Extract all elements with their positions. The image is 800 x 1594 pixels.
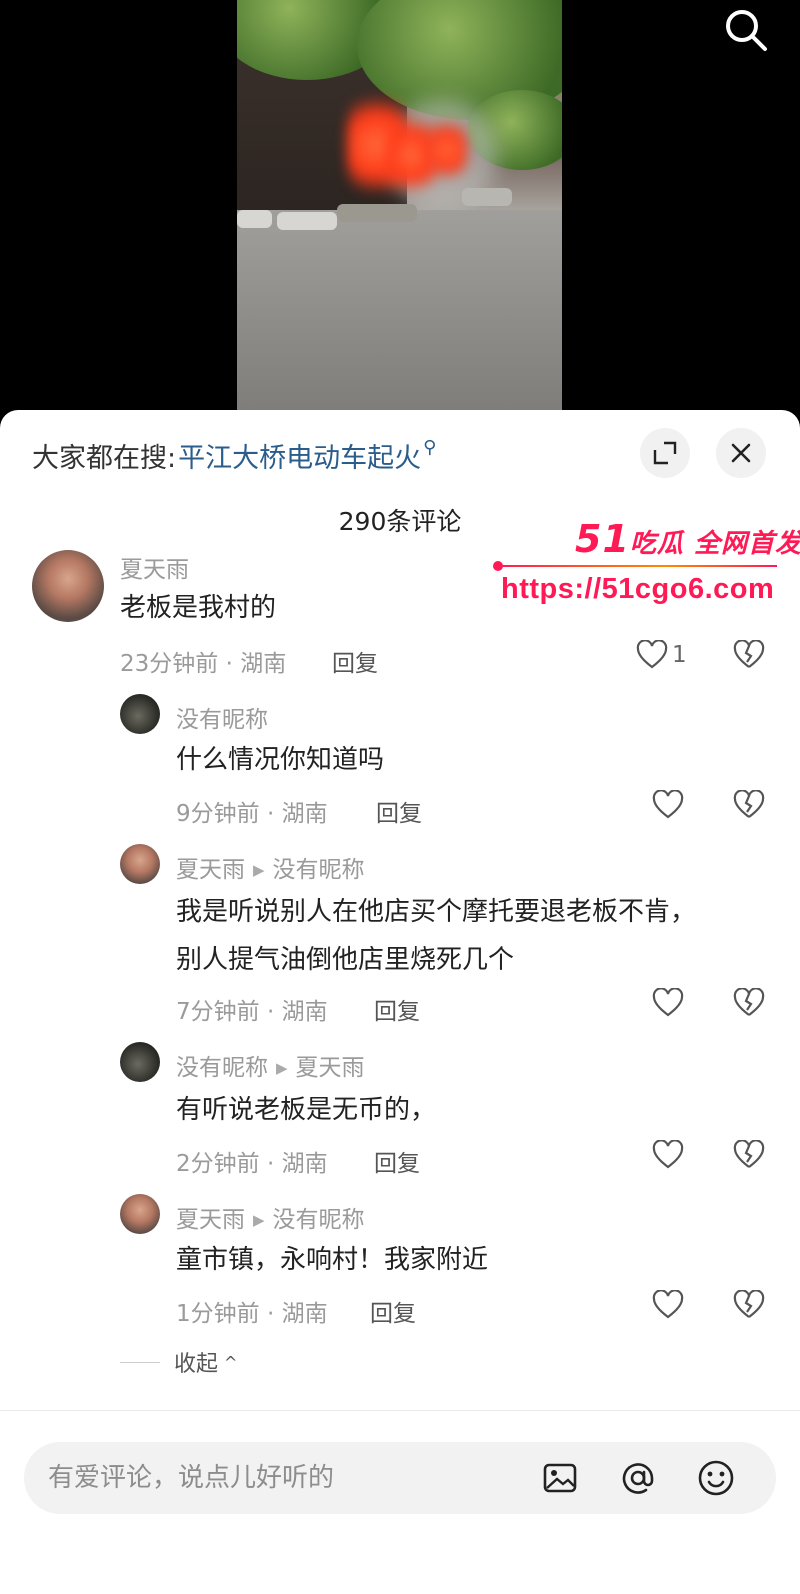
avatar[interactable] (120, 694, 160, 734)
broken-heart-icon (733, 1139, 765, 1168)
collapse-replies-button[interactable]: 收起 ^ (120, 1346, 237, 1378)
reply-to-arrow-icon: ▶ (276, 1059, 288, 1077)
avatar[interactable] (120, 844, 160, 884)
expand-button[interactable] (640, 428, 690, 478)
like-button[interactable]: 1 (636, 640, 687, 670)
video-scooter (237, 210, 272, 228)
comment-text: 老板是我村的 (120, 593, 277, 623)
close-button[interactable] (716, 428, 766, 478)
reply-author[interactable]: 夏天雨 ▶ 没有昵称 (176, 850, 365, 884)
like-button[interactable] (652, 988, 684, 1018)
reply-author[interactable]: 没有昵称 ▶ 夏天雨 (176, 1048, 365, 1082)
like-button[interactable] (652, 1290, 684, 1320)
reply-button[interactable]: 回复 (374, 992, 420, 1026)
video-frame (237, 0, 562, 420)
video-fire (427, 115, 467, 185)
collapse-divider (120, 1361, 160, 1363)
comment-author[interactable]: 夏天雨 (120, 550, 189, 584)
heart-icon (652, 1290, 684, 1319)
watermark-tagline-text: 吃瓜 全网首发 (629, 529, 800, 559)
watermark-tagline: 51吃瓜 全网首发 (575, 517, 800, 561)
reply-author-name: 夏天雨 (176, 1207, 245, 1233)
watermark-url: https://51cgo6.com (501, 573, 775, 605)
reply-author[interactable]: 夏天雨 ▶ 没有昵称 (176, 1200, 365, 1234)
collapse-label: 收起 (174, 1352, 219, 1377)
image-icon (543, 1463, 577, 1493)
close-icon (731, 443, 751, 463)
input-divider (0, 1410, 800, 1411)
trending-search-hint[interactable]: 大家都在搜: 平江大桥电动车起火 ⚲ (32, 436, 436, 475)
like-count: 1 (672, 642, 687, 668)
reply-time-location: 7分钟前 · 湖南 (176, 999, 328, 1025)
emoji-icon (698, 1460, 734, 1496)
watermark-number: 51 (575, 517, 630, 561)
reply-button[interactable]: 回复 (332, 644, 378, 678)
dislike-button[interactable] (733, 1289, 765, 1324)
reply-text: 什么情况你知道吗 (176, 745, 385, 775)
reply-button[interactable]: 回复 (374, 1144, 420, 1178)
broken-heart-icon (733, 1289, 765, 1318)
reply-author[interactable]: 没有昵称 (176, 700, 268, 734)
small-search-icon: ⚲ (423, 437, 437, 458)
search-button[interactable] (722, 6, 770, 54)
reply-to-arrow-icon: ▶ (253, 1211, 265, 1229)
dislike-button[interactable] (733, 987, 765, 1022)
broken-heart-icon (733, 987, 765, 1016)
reply-author-name: 没有昵称 (176, 707, 268, 733)
like-button[interactable] (652, 790, 684, 820)
reply-to-arrow-icon: ▶ (253, 861, 265, 879)
reply-author-name: 夏天雨 (176, 857, 245, 883)
reply-button[interactable]: 回复 (376, 794, 422, 828)
broken-heart-icon (733, 639, 765, 668)
reply-button[interactable]: 回复 (370, 1294, 416, 1328)
search-icon (726, 10, 767, 51)
reply-text: 别人提气油倒他店里烧死几个 (176, 945, 515, 975)
reply-text: 童市镇，永响村！我家附近 (176, 1245, 489, 1275)
dislike-button[interactable] (733, 639, 765, 674)
comment-time-location: 23分钟前 · 湖南 (120, 651, 287, 677)
watermark: 51吃瓜 全网首发 https://51cgo6.com (493, 515, 800, 615)
like-button[interactable] (652, 1140, 684, 1170)
comment-input[interactable] (48, 1442, 518, 1514)
chevron-up-icon: ^ (224, 1352, 238, 1372)
reply-time-location: 2分钟前 · 湖南 (176, 1151, 328, 1177)
heart-icon (652, 790, 684, 819)
video-scooter (462, 188, 512, 206)
dislike-button[interactable] (733, 789, 765, 824)
video-scooter (277, 212, 337, 230)
video-scooter (337, 204, 417, 222)
heart-icon (636, 640, 668, 669)
video-road (237, 210, 562, 420)
avatar[interactable] (120, 1194, 160, 1234)
mention-button[interactable] (618, 1458, 658, 1498)
at-icon (622, 1463, 654, 1494)
image-button[interactable] (540, 1458, 580, 1498)
emoji-button[interactable] (696, 1458, 736, 1498)
heart-icon (652, 1140, 684, 1169)
comment-input-bar (24, 1442, 776, 1514)
reply-time-location: 1分钟前 · 湖南 (176, 1301, 328, 1327)
avatar[interactable] (32, 550, 104, 622)
reply-author-name: 没有昵称 (176, 1055, 268, 1081)
reply-text: 有听说老板是无币的， (176, 1095, 437, 1125)
expand-icon (653, 441, 677, 465)
dislike-button[interactable] (733, 1139, 765, 1174)
video-player[interactable] (0, 0, 800, 420)
watermark-line (497, 565, 777, 567)
sheet-header: 大家都在搜: 平江大桥电动车起火 ⚲ (0, 428, 800, 484)
reply-to-name: 没有昵称 (272, 857, 365, 883)
reply-text: 我是听说别人在他店买个摩托要退老板不肯， (176, 897, 697, 927)
trending-search-prefix: 大家都在搜: (32, 443, 177, 474)
broken-heart-icon (733, 789, 765, 818)
reply-time-location: 9分钟前 · 湖南 (176, 801, 328, 827)
trending-search-term[interactable]: 平江大桥电动车起火 (178, 436, 421, 475)
heart-icon (652, 988, 684, 1017)
reply-to-name: 没有昵称 (272, 1207, 365, 1233)
reply-to-name: 夏天雨 (295, 1055, 365, 1081)
avatar[interactable] (120, 1042, 160, 1082)
